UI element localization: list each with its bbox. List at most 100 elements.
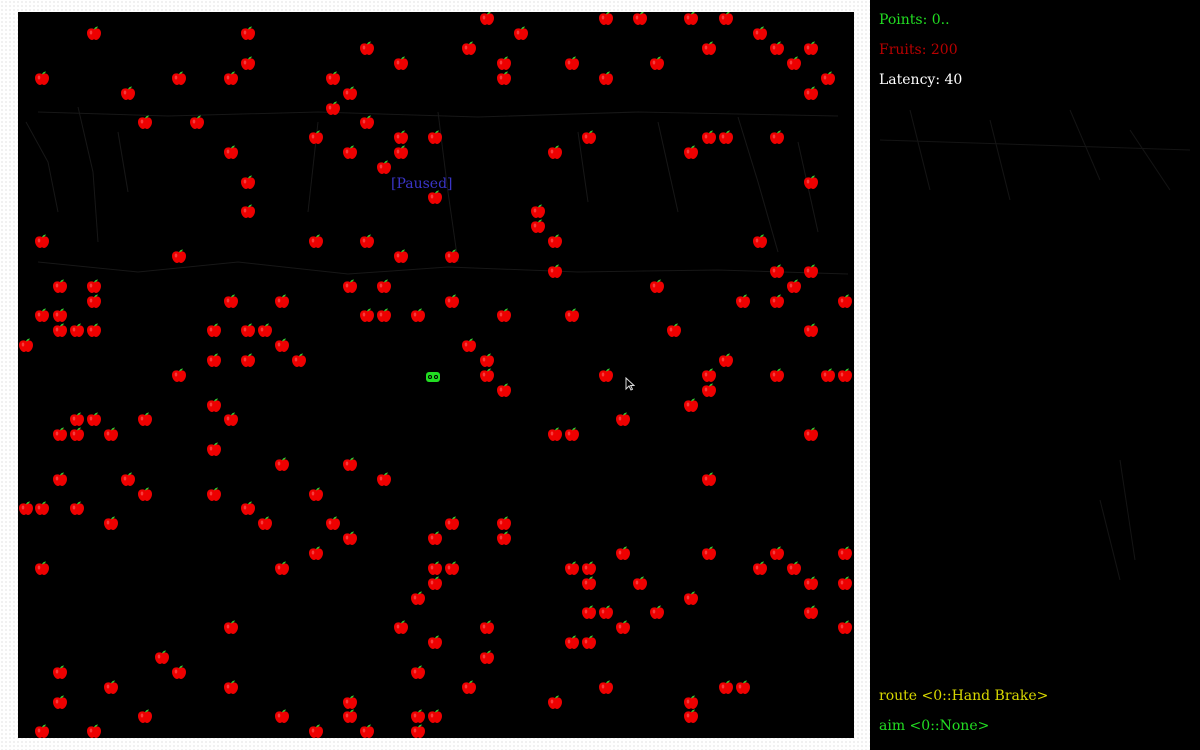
apple-icon	[752, 234, 768, 249]
apple-icon	[240, 323, 256, 338]
apple-icon	[257, 516, 273, 531]
apple-icon	[769, 294, 785, 309]
apple-icon	[103, 427, 119, 442]
apple-icon	[34, 724, 50, 738]
apple-icon	[837, 546, 853, 561]
apple-icon	[410, 308, 426, 323]
apple-icon	[120, 86, 136, 101]
apple-icon	[547, 145, 563, 160]
apple-icon	[86, 323, 102, 338]
apple-icon	[444, 249, 460, 264]
apple-icon	[564, 427, 580, 442]
apple-icon	[206, 487, 222, 502]
apple-icon	[547, 234, 563, 249]
apple-icon	[325, 516, 341, 531]
apple-icon	[189, 115, 205, 130]
apple-icon	[803, 41, 819, 56]
apple-icon	[240, 353, 256, 368]
apple-icon	[683, 709, 699, 724]
side-panel: Points: 0.. Fruits: 200 Latency: 40 rout…	[870, 0, 1200, 750]
apple-icon	[769, 130, 785, 145]
apple-icon	[240, 56, 256, 71]
apple-icon	[649, 605, 665, 620]
apple-icon	[103, 680, 119, 695]
apple-icon	[427, 531, 443, 546]
apple-icon	[69, 412, 85, 427]
apple-icon	[206, 398, 222, 413]
apple-icon	[513, 26, 529, 41]
apple-icon	[359, 724, 375, 738]
apple-icon	[803, 264, 819, 279]
apple-icon	[34, 501, 50, 516]
apple-icon	[342, 531, 358, 546]
apple-icon	[444, 294, 460, 309]
apple-icon	[427, 561, 443, 576]
apple-icon	[649, 279, 665, 294]
apple-icon	[769, 546, 785, 561]
apple-icon	[52, 323, 68, 338]
apple-icon	[479, 620, 495, 635]
apple-icon	[342, 695, 358, 710]
apple-icon	[496, 71, 512, 86]
apple-icon	[34, 234, 50, 249]
apple-icon	[308, 130, 324, 145]
apple-icon	[547, 427, 563, 442]
apple-icon	[393, 130, 409, 145]
apple-icon	[496, 516, 512, 531]
apple-icon	[34, 561, 50, 576]
apple-icon	[701, 41, 717, 56]
apple-icon	[701, 546, 717, 561]
apple-icon	[223, 620, 239, 635]
apple-icon	[786, 56, 802, 71]
apple-icon	[171, 249, 187, 264]
apple-icon	[137, 115, 153, 130]
apple-icon	[769, 264, 785, 279]
aim-status: aim <0::None>	[879, 718, 990, 734]
apple-icon	[342, 145, 358, 160]
apple-icon	[86, 279, 102, 294]
apple-icon	[683, 591, 699, 606]
apple-icon	[52, 695, 68, 710]
apple-icon	[581, 561, 597, 576]
apple-icon	[837, 576, 853, 591]
apple-icon	[274, 561, 290, 576]
apple-icon	[786, 279, 802, 294]
apple-icon	[701, 130, 717, 145]
apple-icon	[496, 383, 512, 398]
apple-icon	[803, 175, 819, 190]
apple-icon	[137, 412, 153, 427]
apple-icon	[274, 457, 290, 472]
apple-icon	[86, 412, 102, 427]
apple-icon	[820, 368, 836, 383]
apple-icon	[479, 12, 495, 26]
apple-icon	[18, 338, 34, 353]
apple-icon	[52, 308, 68, 323]
apple-icon	[393, 249, 409, 264]
apple-icon	[837, 294, 853, 309]
game-board[interactable]: [Paused]	[18, 12, 854, 738]
apple-icon	[479, 353, 495, 368]
apple-icon	[803, 576, 819, 591]
apple-icon	[206, 353, 222, 368]
apple-icon	[530, 219, 546, 234]
apple-icon	[803, 86, 819, 101]
apple-icon	[137, 709, 153, 724]
apple-icon	[359, 234, 375, 249]
apple-icon	[598, 368, 614, 383]
latency-readout: Latency: 40	[879, 72, 963, 88]
apple-icon	[786, 561, 802, 576]
apple-icon	[683, 398, 699, 413]
apple-icon	[479, 368, 495, 383]
apple-icon	[820, 71, 836, 86]
mouse-cursor-icon	[625, 376, 636, 395]
apple-icon	[427, 576, 443, 591]
fruits-counter: Fruits: 200	[879, 42, 958, 58]
apple-icon	[325, 71, 341, 86]
apple-icon	[86, 294, 102, 309]
apple-icon	[581, 130, 597, 145]
apple-icon	[718, 353, 734, 368]
paused-status: [Paused]	[391, 176, 453, 192]
apple-icon	[752, 26, 768, 41]
apple-icon	[240, 204, 256, 219]
apple-icon	[308, 546, 324, 561]
